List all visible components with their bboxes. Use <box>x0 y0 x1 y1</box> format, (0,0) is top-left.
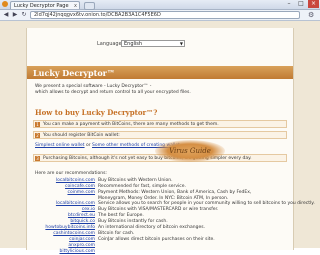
page-background: Language: English ▼ Lucky Decryptor™ We … <box>0 21 320 254</box>
step-number: 1 <box>35 122 40 127</box>
maximize-button[interactable]: □ <box>296 0 306 8</box>
title-banner: Lucky Decryptor™ <box>27 66 293 79</box>
simplest-wallet-link[interactable]: Simplest online wallet <box>35 143 85 148</box>
browser-toolbar: ◀ ▶ ↻ 2ld7qj42jnqqgvx6tv.onion.to/DCBA2B… <box>0 10 320 21</box>
address-bar[interactable]: 2ld7qj42jnqqgvx6tv.onion.to/DCBA2B3A1C4F… <box>30 11 300 19</box>
howto-heading: How to buy Lucky Decryptor™? <box>35 108 158 117</box>
settings-wrench-icon[interactable]: ⚙ <box>308 11 316 19</box>
exchange-link[interactable]: coinme.com <box>67 190 95 196</box>
language-select[interactable]: English ▼ <box>121 40 185 47</box>
close-window-button[interactable]: × <box>308 0 319 8</box>
list-item: coinme.com Payment Methods: Western Unio… <box>35 190 285 201</box>
intro-text: We present a special software - Lucky De… <box>35 84 215 96</box>
content-card: Language: English ▼ Lucky Decryptor™ We … <box>26 28 315 254</box>
exchange-list: localbitcoins.com Buy Bitcoins with West… <box>35 178 314 255</box>
step-number: 3 <box>35 156 40 161</box>
tab-lucky-decryptor[interactable]: Lucky Decryptor Page x <box>10 1 80 9</box>
back-icon[interactable]: ◀ <box>2 11 10 19</box>
minimize-button[interactable]: – <box>284 0 294 8</box>
tab-title: Lucky Decryptor Page <box>14 3 69 9</box>
new-tab-button[interactable] <box>84 2 95 10</box>
page-title: Lucky Decryptor™ <box>33 68 115 78</box>
step-number: 2 <box>35 133 40 138</box>
step-text: You can make a payment with BitCoins, th… <box>43 122 219 127</box>
exchange-link[interactable]: bittylicious.com <box>59 249 95 255</box>
list-item: bittylicious.com <box>35 249 285 255</box>
step-text: You should register BitCoin wallet: <box>43 133 120 138</box>
title-bar: Lucky Decryptor Page x – □ × <box>0 0 320 10</box>
language-label: Language: <box>97 41 124 47</box>
wallet-links-or: or <box>84 143 93 148</box>
step-1: 1 You can make a payment with BitCoins, … <box>33 120 287 128</box>
chevron-down-icon: ▼ <box>179 41 183 46</box>
watermark-logo: Virus Guide <box>155 140 225 162</box>
recommendations-label: Here are our recommendations: <box>35 171 107 176</box>
language-value: English <box>124 41 143 47</box>
tab-close-icon[interactable]: x <box>74 2 77 9</box>
browser-icon <box>2 1 8 7</box>
reload-icon[interactable]: ↻ <box>20 11 28 19</box>
step-2: 2 You should register BitCoin wallet: <box>33 131 287 139</box>
forward-icon[interactable]: ▶ <box>11 11 19 19</box>
intro-line-2: which allows to decrypt and return contr… <box>35 90 191 95</box>
